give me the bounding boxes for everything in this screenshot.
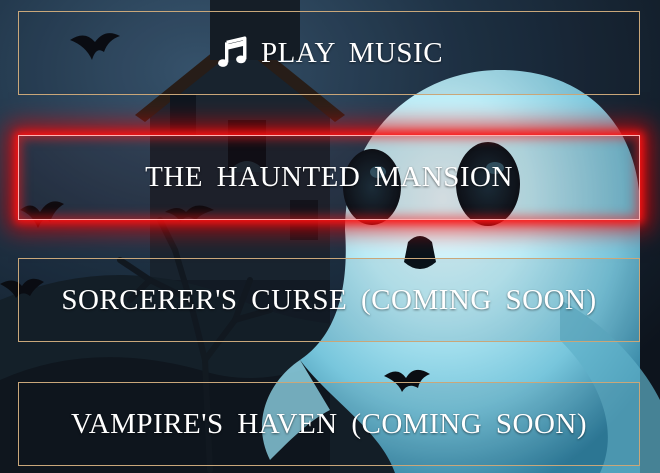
play-music-label: PLAY MUSIC bbox=[260, 36, 444, 69]
music-note-icon bbox=[218, 36, 247, 67]
sorcerers-curse-label: SORCERER'S CURSE (COMING SOON) bbox=[61, 283, 597, 316]
vampires-haven-label: VAMPIRE'S HAVEN (COMING SOON) bbox=[70, 407, 587, 440]
main-menu: PLAY MUSIC THE HAUNTED MANSION SORCERER'… bbox=[0, 0, 660, 473]
vampires-haven-button[interactable]: VAMPIRE'S HAVEN (COMING SOON) bbox=[18, 382, 640, 466]
play-music-button[interactable]: PLAY MUSIC bbox=[18, 11, 640, 95]
haunted-mansion-button[interactable]: THE HAUNTED MANSION bbox=[18, 135, 640, 220]
sorcerers-curse-button[interactable]: SORCERER'S CURSE (COMING SOON) bbox=[18, 258, 640, 342]
haunted-mansion-label: THE HAUNTED MANSION bbox=[145, 161, 513, 193]
